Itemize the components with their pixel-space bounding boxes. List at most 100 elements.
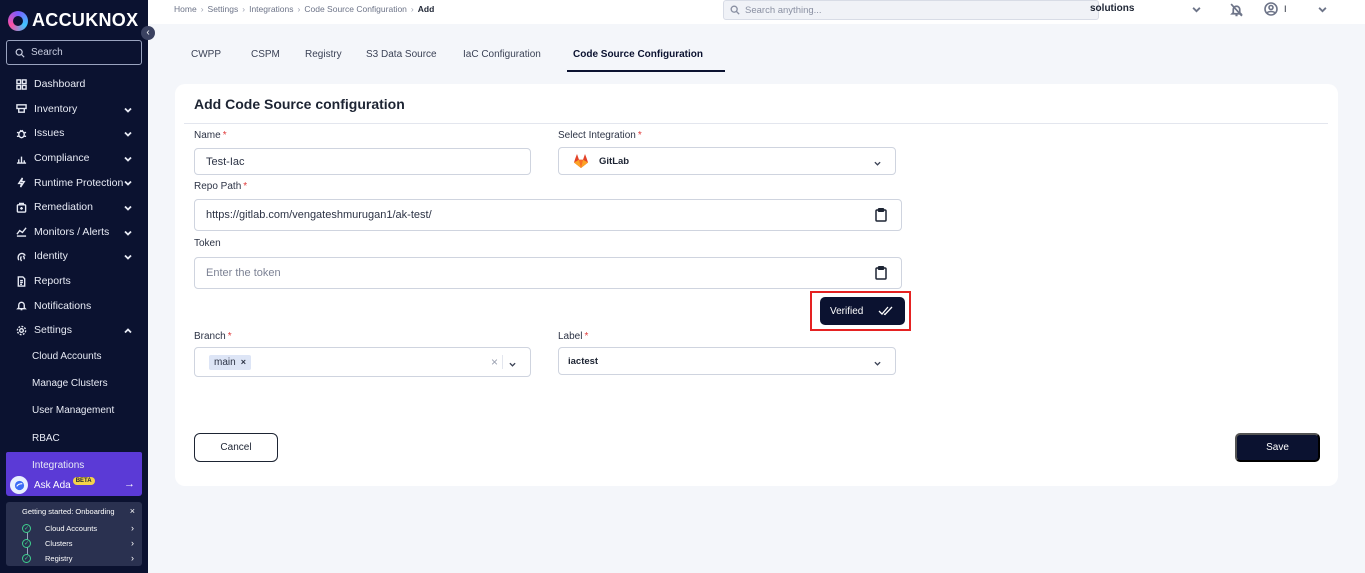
chevron-down-icon[interactable]: [1192, 5, 1201, 14]
sidebar-item-notifications[interactable]: Notifications: [0, 293, 148, 318]
inventory-icon: [15, 103, 27, 115]
check-circle-icon: ✓: [22, 523, 31, 533]
token-field[interactable]: Enter the token: [194, 257, 902, 289]
sidebar-subitem-user-management[interactable]: User Management: [0, 397, 148, 424]
compliance-icon: [15, 152, 27, 164]
chevron-right-icon: ›: [131, 523, 134, 533]
onboarding-panel: Getting started: Onboarding × ✓ Cloud Ac…: [6, 502, 142, 566]
onboarding-step-clusters[interactable]: ✓ Clusters ›: [22, 536, 134, 550]
logo-mark-icon: [8, 10, 28, 31]
tab-iac-configuration[interactable]: IaC Configuration: [463, 44, 573, 72]
sidebar-item-inventory[interactable]: Inventory: [0, 97, 148, 122]
sidebar-subitem-rbac[interactable]: RBAC: [0, 424, 148, 451]
arrow-right-icon: →: [124, 478, 135, 490]
global-search-input[interactable]: Search anything...: [723, 0, 1099, 20]
code-source-form-card: Add Code Source configuration Name * Test…: [175, 84, 1338, 486]
save-button[interactable]: Save: [1235, 433, 1320, 462]
chevron-right-icon: ›: [131, 538, 134, 548]
sidebar-item-label: Settings: [34, 324, 72, 337]
search-icon: [15, 48, 25, 58]
user-avatar-icon[interactable]: [1264, 2, 1278, 16]
topbar: Home › Settings › Integrations › Code So…: [148, 0, 1365, 24]
onboarding-step-cloud-accounts[interactable]: ✓ Cloud Accounts ›: [22, 521, 134, 535]
sidebar-subitem-manage-clusters[interactable]: Manage Clusters: [0, 370, 148, 397]
sidebar-item-runtime-protection[interactable]: Runtime Protection: [0, 170, 148, 195]
required-asterisk: *: [243, 181, 248, 192]
sidebar-item-label: Issues: [34, 127, 65, 140]
gitlab-icon: [574, 154, 588, 168]
chevron-down-icon: [124, 228, 132, 236]
breadcrumb-home[interactable]: Home: [174, 4, 197, 14]
onboarding-step-registry[interactable]: ✓ Registry ›: [22, 551, 134, 565]
page-title: Add Code Source configuration: [194, 96, 405, 112]
name-label: Name *: [194, 130, 227, 141]
sidebar-collapse-button[interactable]: ‹: [141, 26, 155, 40]
breadcrumb-separator: ›: [200, 4, 204, 14]
sidebar-item-label: Notifications: [34, 299, 92, 312]
sidebar-item-remediation[interactable]: Remediation: [0, 195, 148, 220]
sidebar-item-settings[interactable]: Settings: [0, 318, 148, 343]
branch-label-text: Branch: [194, 331, 226, 342]
chevron-down-icon: [124, 203, 132, 211]
chevron-down-icon: [124, 105, 132, 113]
user-name[interactable]: I: [1284, 4, 1287, 14]
sidebar-item-identity[interactable]: Identity: [0, 244, 148, 269]
repo-path-field[interactable]: https://gitlab.com/vengateshmurugan1/ak-…: [194, 199, 902, 231]
breadcrumb-code-source[interactable]: Code Source Configuration: [304, 4, 407, 14]
branch-multiselect[interactable]: main × ×: [194, 347, 531, 377]
branch-chip: main ×: [209, 354, 251, 370]
chevron-down-icon: [874, 159, 881, 170]
clipboard-icon[interactable]: [875, 266, 887, 283]
sidebar-item-dashboard[interactable]: Dashboard: [0, 72, 148, 97]
name-field[interactable]: Test-Iac: [194, 148, 531, 175]
tenant-selector[interactable]: solutions: [1090, 3, 1134, 14]
cancel-button[interactable]: Cancel: [194, 433, 278, 462]
verified-highlight: Verified: [810, 291, 911, 331]
sidebar-subitem-cloud-accounts[interactable]: Cloud Accounts: [0, 343, 148, 370]
sidebar-search-input[interactable]: Search: [6, 40, 142, 65]
tab-registry[interactable]: Registry: [305, 44, 342, 72]
accuknox-logo[interactable]: ACCUKNOX: [8, 10, 138, 31]
label-select[interactable]: iactest: [558, 347, 896, 375]
sidebar-item-label: Runtime Protection: [34, 176, 124, 189]
close-icon[interactable]: ×: [130, 506, 135, 516]
gear-icon: [15, 324, 27, 336]
sidebar-item-label: Identity: [34, 250, 68, 263]
clear-icon[interactable]: ×: [491, 355, 498, 369]
bell-off-icon[interactable]: [1230, 3, 1243, 17]
breadcrumb-separator: ›: [410, 4, 414, 14]
verified-button[interactable]: Verified: [820, 297, 905, 325]
monitor-icon: [15, 226, 27, 238]
onboarding-title: Getting started: Onboarding: [22, 507, 115, 516]
clipboard-icon[interactable]: [875, 208, 887, 225]
repo-path-value: https://gitlab.com/vengateshmurugan1/ak-…: [206, 209, 432, 221]
sidebar-item-label: Reports: [34, 275, 71, 288]
global-search-placeholder: Search anything...: [745, 4, 822, 16]
name-label-text: Name: [194, 130, 221, 141]
integration-select[interactable]: GitLab: [558, 147, 896, 175]
dashboard-icon: [15, 78, 27, 90]
tab-cwpp[interactable]: CWPP: [191, 44, 221, 72]
sidebar-item-monitors-alerts[interactable]: Monitors / Alerts: [0, 220, 148, 245]
divider: [502, 355, 503, 369]
chip-remove-icon[interactable]: ×: [241, 357, 246, 367]
tab-code-source-configuration[interactable]: Code Source Configuration: [567, 44, 725, 72]
tab-s3-data-source[interactable]: S3 Data Source: [366, 44, 466, 72]
sidebar-item-label: Remediation: [34, 201, 93, 214]
breadcrumb-settings[interactable]: Settings: [208, 4, 239, 14]
chevron-down-icon[interactable]: [509, 360, 516, 371]
breadcrumb-separator: ›: [242, 4, 246, 14]
double-check-icon: [878, 306, 893, 316]
tab-cspm[interactable]: CSPM: [251, 44, 280, 72]
sidebar-item-issues[interactable]: Issues: [0, 121, 148, 146]
chevron-right-icon: ›: [131, 553, 134, 563]
branch-label: Branch *: [194, 331, 232, 342]
breadcrumb: Home › Settings › Integrations › Code So…: [174, 4, 434, 14]
ask-ada-button[interactable]: Ask Ada BETA →: [6, 474, 142, 496]
breadcrumb-integrations[interactable]: Integrations: [249, 4, 293, 14]
sidebar-item-compliance[interactable]: Compliance: [0, 146, 148, 171]
sidebar-item-reports[interactable]: Reports: [0, 269, 148, 294]
required-asterisk: *: [584, 331, 589, 342]
chevron-down-icon[interactable]: [1318, 5, 1327, 14]
sidebar: ACCUKNOX ‹ Search Dashboard Inventory Is…: [0, 0, 155, 573]
